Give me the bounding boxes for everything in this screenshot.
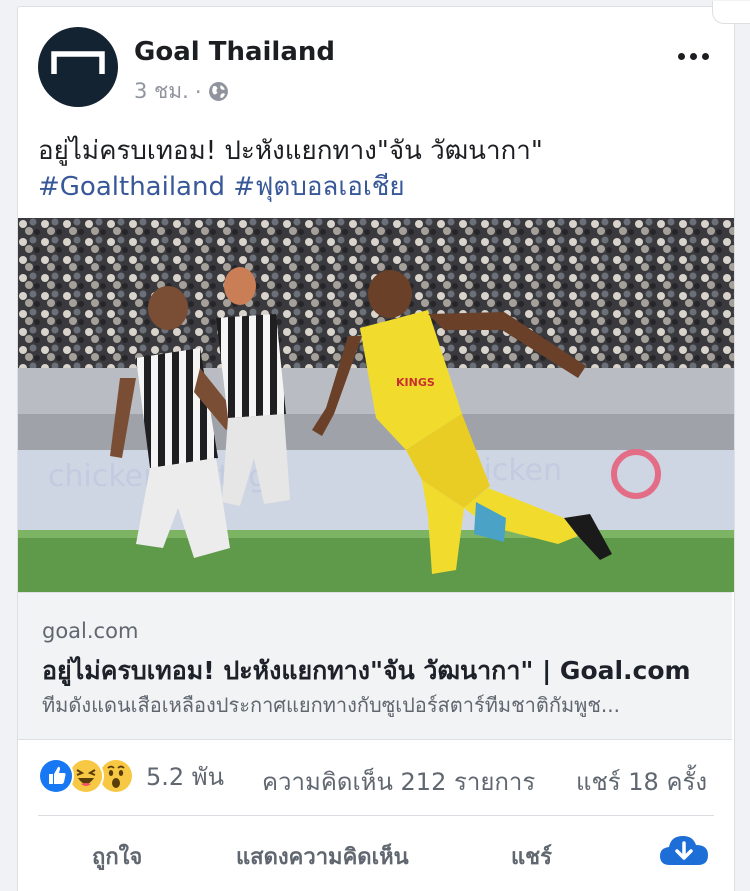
more-dot-icon bbox=[701, 52, 709, 60]
goal-logo-icon bbox=[51, 51, 105, 74]
page-name[interactable]: Goal Thailand bbox=[134, 37, 335, 67]
cloud-download-icon[interactable] bbox=[658, 831, 710, 871]
page-avatar[interactable] bbox=[38, 27, 118, 107]
reactions-summary[interactable]: 5.2 พัน bbox=[38, 756, 224, 796]
reaction-count[interactable]: 5.2 พัน bbox=[146, 757, 224, 796]
comment-button[interactable]: แสดงความคิดเห็น bbox=[236, 839, 409, 874]
comments-count[interactable]: ความคิดเห็น 212 รายการ bbox=[262, 762, 535, 801]
link-title[interactable]: อยู่ไม่ครบเทอม! ปะหังแยกทาง"จัน วัฒนากา"… bbox=[42, 651, 691, 691]
link-domain: goal.com bbox=[42, 619, 139, 643]
post-time[interactable]: 3 ชม. bbox=[134, 75, 189, 108]
svg-text:KINGS: KINGS bbox=[396, 376, 435, 389]
corner-tab bbox=[712, 1, 750, 24]
actions-divider bbox=[38, 815, 714, 816]
post-card: Goal Thailand 3 ชม. · อยู่ไม่ครบเทอม! ปะ… bbox=[17, 1, 750, 891]
hashtag-asian-football[interactable]: #ฟุตบอลเอเชีย bbox=[233, 172, 404, 202]
more-dot-icon bbox=[677, 52, 685, 60]
post-meta: 3 ชม. · bbox=[134, 75, 229, 108]
link-preview[interactable]: goal.com อยู่ไม่ครบเทอม! ปะหังแยกทาง"จัน… bbox=[18, 592, 732, 740]
shares-count[interactable]: แชร์ 18 ครั้ง bbox=[576, 762, 707, 801]
like-icon bbox=[38, 758, 74, 794]
more-dot-icon bbox=[689, 52, 697, 60]
post-photo[interactable]: chicken cottage chicken KINGS bbox=[18, 218, 734, 592]
share-button[interactable]: แชร์ bbox=[511, 839, 552, 874]
link-description: ทีมดังแดนเสือเหลืองประกาศแยกทางกับซูเปอร… bbox=[42, 693, 621, 717]
like-button[interactable]: ถูกใจ bbox=[92, 839, 142, 874]
post-hashtags: #Goalthailand #ฟุตบอลเอเชีย bbox=[38, 169, 405, 205]
more-options-button[interactable] bbox=[671, 45, 715, 67]
hashtag-goalthailand[interactable]: #Goalthailand bbox=[38, 172, 225, 202]
meta-separator: · bbox=[194, 79, 202, 104]
post-message: อยู่ไม่ครบเทอม! ปะหังแยกทาง"จัน วัฒนากา" bbox=[38, 136, 543, 166]
globe-icon bbox=[208, 82, 228, 101]
